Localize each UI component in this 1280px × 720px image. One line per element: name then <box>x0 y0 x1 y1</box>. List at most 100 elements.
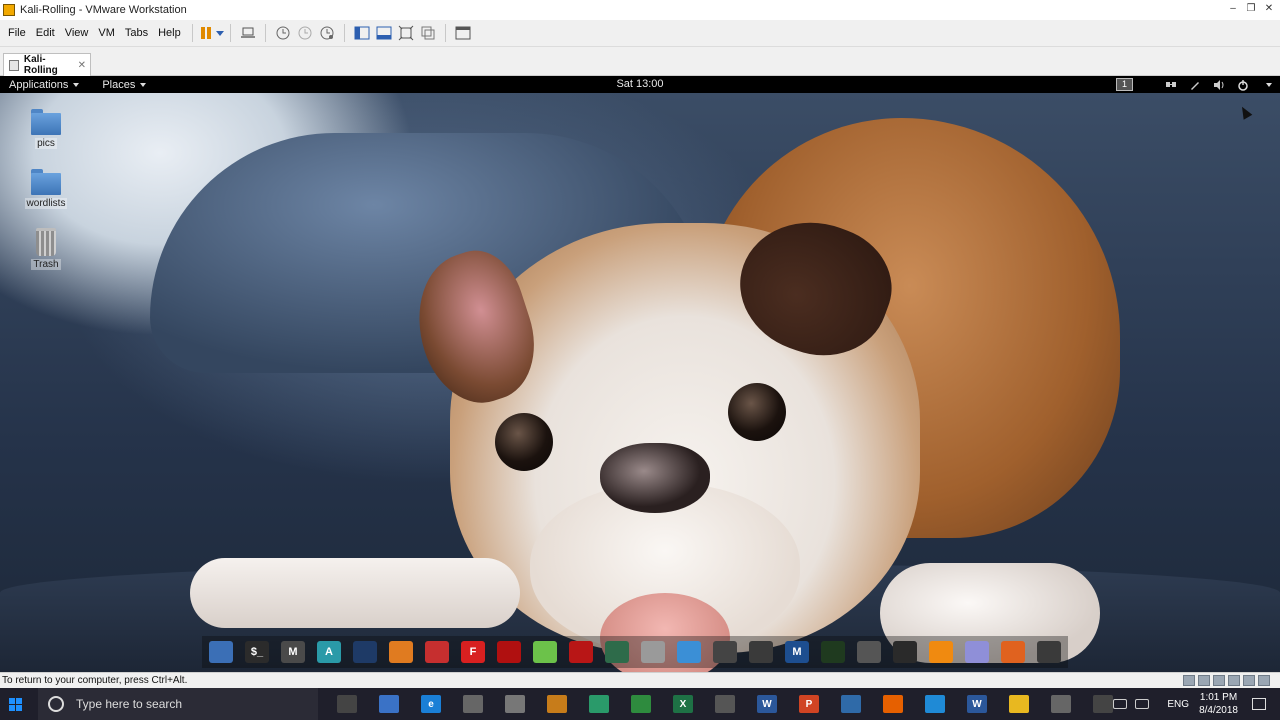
taskbar-app-app-14[interactable] <box>920 691 950 717</box>
dock-item-terminal[interactable]: $_ <box>242 638 272 666</box>
taskbar-app-vmware[interactable] <box>836 691 866 717</box>
pen-icon[interactable] <box>1189 79 1201 91</box>
taskbar-clock[interactable]: 1:01 PM 8/4/2018 <box>1199 691 1238 717</box>
dock-item-app-grid[interactable] <box>1034 638 1064 666</box>
applications-menu[interactable]: Applications <box>0 79 80 91</box>
taskbar-app-firefox[interactable] <box>878 691 908 717</box>
close-tab-icon[interactable]: ✕ <box>78 60 86 71</box>
gnome-status-area[interactable]: 1 <box>1116 76 1272 93</box>
menu-tabs[interactable]: Tabs <box>120 27 153 39</box>
network-icon[interactable] <box>1113 699 1128 709</box>
dock-item-maltego[interactable] <box>494 638 524 666</box>
message-icon[interactable] <box>1258 675 1270 686</box>
desktop-icon-pics[interactable]: pics <box>11 109 81 149</box>
gnome-topbar: Applications Places Sat 13:00 1 <box>0 76 1280 93</box>
taskbar-app-task-view[interactable] <box>332 691 362 717</box>
dock-item-wireshark-map[interactable] <box>890 638 920 666</box>
minimize-icon[interactable]: – <box>1226 2 1240 16</box>
taskbar-app-app-4[interactable] <box>500 691 530 717</box>
menu-edit[interactable]: Edit <box>31 27 60 39</box>
close-icon[interactable]: ✕ <box>1262 2 1276 16</box>
dock-item-burp-orange[interactable] <box>998 638 1028 666</box>
dock-item-remote[interactable] <box>674 638 704 666</box>
snapshot-button[interactable] <box>272 23 294 43</box>
taskbar-app-chrome[interactable] <box>626 691 656 717</box>
gnome-clock[interactable]: Sat 13:00 <box>600 78 680 90</box>
revert-snapshot-button[interactable] <box>294 23 316 43</box>
dock-item-kali-dragon[interactable] <box>602 638 632 666</box>
volume-icon[interactable] <box>1213 79 1225 91</box>
taskbar-app-mail[interactable] <box>710 691 740 717</box>
taskbar-app-app-17[interactable] <box>1046 691 1076 717</box>
windows-taskbar: Type here to search e X W P W ENG 1:01 PM 8/… <box>0 688 1280 720</box>
snapshot-manager-button[interactable] <box>316 23 338 43</box>
taskbar-app-explorer[interactable] <box>1004 691 1034 717</box>
taskbar-search[interactable]: Type here to search <box>38 688 318 720</box>
edge-icon: e <box>421 695 441 713</box>
send-ctrl-alt-del-button[interactable] <box>237 23 259 43</box>
thumbnail-bar-button[interactable] <box>373 23 395 43</box>
system-tray: ENG 1:01 PM 8/4/2018 <box>1113 688 1280 720</box>
taskbar-app-excel[interactable]: X <box>668 691 698 717</box>
dock-item-beef[interactable] <box>386 638 416 666</box>
dock-item-tor[interactable] <box>746 638 776 666</box>
menu-view[interactable]: View <box>60 27 94 39</box>
desktop-icon-wordlists[interactable]: wordlists <box>11 169 81 209</box>
sound-icon[interactable] <box>1243 675 1255 686</box>
network-icon[interactable] <box>1165 79 1177 91</box>
chevron-down-icon[interactable] <box>1266 82 1272 87</box>
taskbar-app-edge[interactable]: e <box>416 691 446 717</box>
full-screen-button[interactable] <box>395 23 417 43</box>
dock-item-notes[interactable] <box>962 638 992 666</box>
dock-item-armitage[interactable]: A <box>314 638 344 666</box>
unity-button[interactable] <box>417 23 439 43</box>
dock-item-leafpad[interactable] <box>530 638 560 666</box>
start-button[interactable] <box>0 688 30 720</box>
taskbar-app-word[interactable]: W <box>752 691 782 717</box>
power-icon[interactable] <box>1237 79 1249 91</box>
mail-icon <box>715 695 735 713</box>
taskbar-app-wordpress[interactable]: W <box>962 691 992 717</box>
tab-kali-rolling[interactable]: Kali-Rolling ✕ <box>3 53 91 76</box>
dock-item-cherrytree[interactable] <box>566 638 596 666</box>
places-menu[interactable]: Places <box>93 79 147 91</box>
taskbar-app-app-6[interactable] <box>584 691 614 717</box>
guest-display[interactable]: Applications Places Sat 13:00 1 pics wor… <box>0 76 1280 672</box>
dock-item-search[interactable] <box>854 638 884 666</box>
dock-item-files[interactable] <box>206 638 236 666</box>
dock-item-media[interactable] <box>710 638 740 666</box>
suspend-button[interactable] <box>200 27 224 39</box>
console-view-button[interactable] <box>452 23 474 43</box>
volume-icon[interactable] <box>1135 699 1150 709</box>
restore-icon[interactable]: ❐ <box>1244 2 1258 16</box>
dock-item-faraday[interactable] <box>422 638 452 666</box>
vmware-app-icon <box>3 4 15 16</box>
menu-help[interactable]: Help <box>153 27 186 39</box>
taskbar-app-powerpoint[interactable]: P <box>794 691 824 717</box>
cdrom-icon[interactable] <box>1198 675 1210 686</box>
show-library-button[interactable] <box>351 23 373 43</box>
dock-item-maltego-m[interactable]: M <box>782 638 812 666</box>
usb-icon[interactable] <box>1228 675 1240 686</box>
taskbar-app-store[interactable] <box>374 691 404 717</box>
network-adapter-icon[interactable] <box>1213 675 1225 686</box>
menu-file[interactable]: File <box>3 27 31 39</box>
workspace-indicator[interactable]: 1 <box>1116 78 1133 91</box>
dock-item-burpsuite[interactable] <box>350 638 380 666</box>
taskbar-app-app-5[interactable] <box>542 691 572 717</box>
wordpress-icon: W <box>967 695 987 713</box>
hdd-icon[interactable] <box>1183 675 1195 686</box>
dock-item-metasploit[interactable]: M <box>278 638 308 666</box>
action-center-icon[interactable] <box>1252 698 1266 710</box>
taskbar-app-app-3[interactable] <box>458 691 488 717</box>
app-grid-icon <box>1037 641 1061 663</box>
desktop-icon-trash[interactable]: Trash <box>11 228 81 270</box>
beef-icon <box>389 641 413 663</box>
trash-icon <box>36 228 56 256</box>
dock-item-fern[interactable]: F <box>458 638 488 666</box>
language-indicator[interactable]: ENG <box>1167 699 1189 710</box>
dock-item-firefox-orange[interactable] <box>926 638 956 666</box>
dock-item-zenmap[interactable] <box>818 638 848 666</box>
menu-vm[interactable]: VM <box>93 27 120 39</box>
dock-item-tweaks[interactable] <box>638 638 668 666</box>
